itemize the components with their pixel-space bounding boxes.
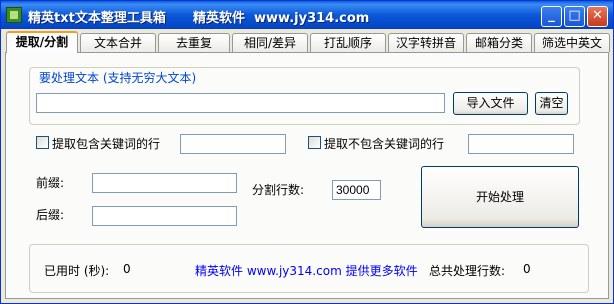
include-keyword-checkbox[interactable] <box>36 136 49 149</box>
tab-same-diff[interactable]: 相同/差异 <box>232 33 308 52</box>
tab-extract-split[interactable]: 提取/分割 <box>6 31 78 53</box>
source-group-label: 要处理文本 (支持无穷大文本) <box>37 69 199 86</box>
file-path-input[interactable] <box>36 93 445 113</box>
tab-text-merge[interactable]: 文本合并 <box>80 33 156 52</box>
exclude-keyword-input[interactable] <box>468 134 574 154</box>
prefix-label: 前缀: <box>36 176 65 190</box>
include-keyword-input[interactable] <box>180 134 286 154</box>
elapsed-time-value: 0 <box>123 262 131 276</box>
total-lines-label: 总共处理行数: <box>429 264 506 278</box>
split-lines-label: 分割行数: <box>252 183 305 197</box>
promo-link[interactable]: 精英软件 www.jy314.com 提供更多软件 <box>195 262 418 279</box>
tab-email-sort[interactable]: 邮箱分类 <box>466 33 532 52</box>
total-lines-value: 0 <box>523 262 531 276</box>
minimize-button[interactable]: _ <box>541 6 562 27</box>
app-icon <box>6 7 22 23</box>
suffix-label: 后缀: <box>36 208 65 222</box>
suffix-input[interactable] <box>92 206 237 226</box>
tab-pinyin[interactable]: 汉字转拼音 <box>388 33 464 52</box>
tab-dedupe[interactable]: 去重复 <box>158 33 230 52</box>
tab-shuffle[interactable]: 打乱顺序 <box>310 33 386 52</box>
exclude-keyword-label: 提取不包含关键词的行 <box>324 137 445 151</box>
maximize-button[interactable]: □ <box>564 6 585 27</box>
elapsed-time-label: 已用时 (秒): <box>44 264 110 278</box>
exclude-keyword-checkbox[interactable] <box>308 136 321 149</box>
prefix-input[interactable] <box>92 173 237 193</box>
split-lines-input[interactable] <box>332 180 381 200</box>
tab-filter-cn-en[interactable]: 筛选中英文 <box>534 33 610 52</box>
import-file-button[interactable]: 导入文件 <box>453 92 528 115</box>
window-title: 精英txt文本整理工具箱 精英软件 www.jy314.com <box>28 11 370 26</box>
include-keyword-label: 提取包含关键词的行 <box>52 137 161 151</box>
app-window: 精英txt文本整理工具箱 精英软件 www.jy314.com _ □ ✕ 提取… <box>0 0 614 304</box>
close-button[interactable]: ✕ <box>587 6 608 27</box>
tab-bar: 提取/分割 文本合并 去重复 相同/差异 打乱顺序 汉字转拼音 邮箱分类 筛选中… <box>1 31 613 53</box>
start-process-button[interactable]: 开始处理 <box>421 166 579 228</box>
clear-button[interactable]: 清空 <box>535 92 568 115</box>
title-bar[interactable]: 精英txt文本整理工具箱 精英软件 www.jy314.com _ □ ✕ <box>1 1 613 29</box>
